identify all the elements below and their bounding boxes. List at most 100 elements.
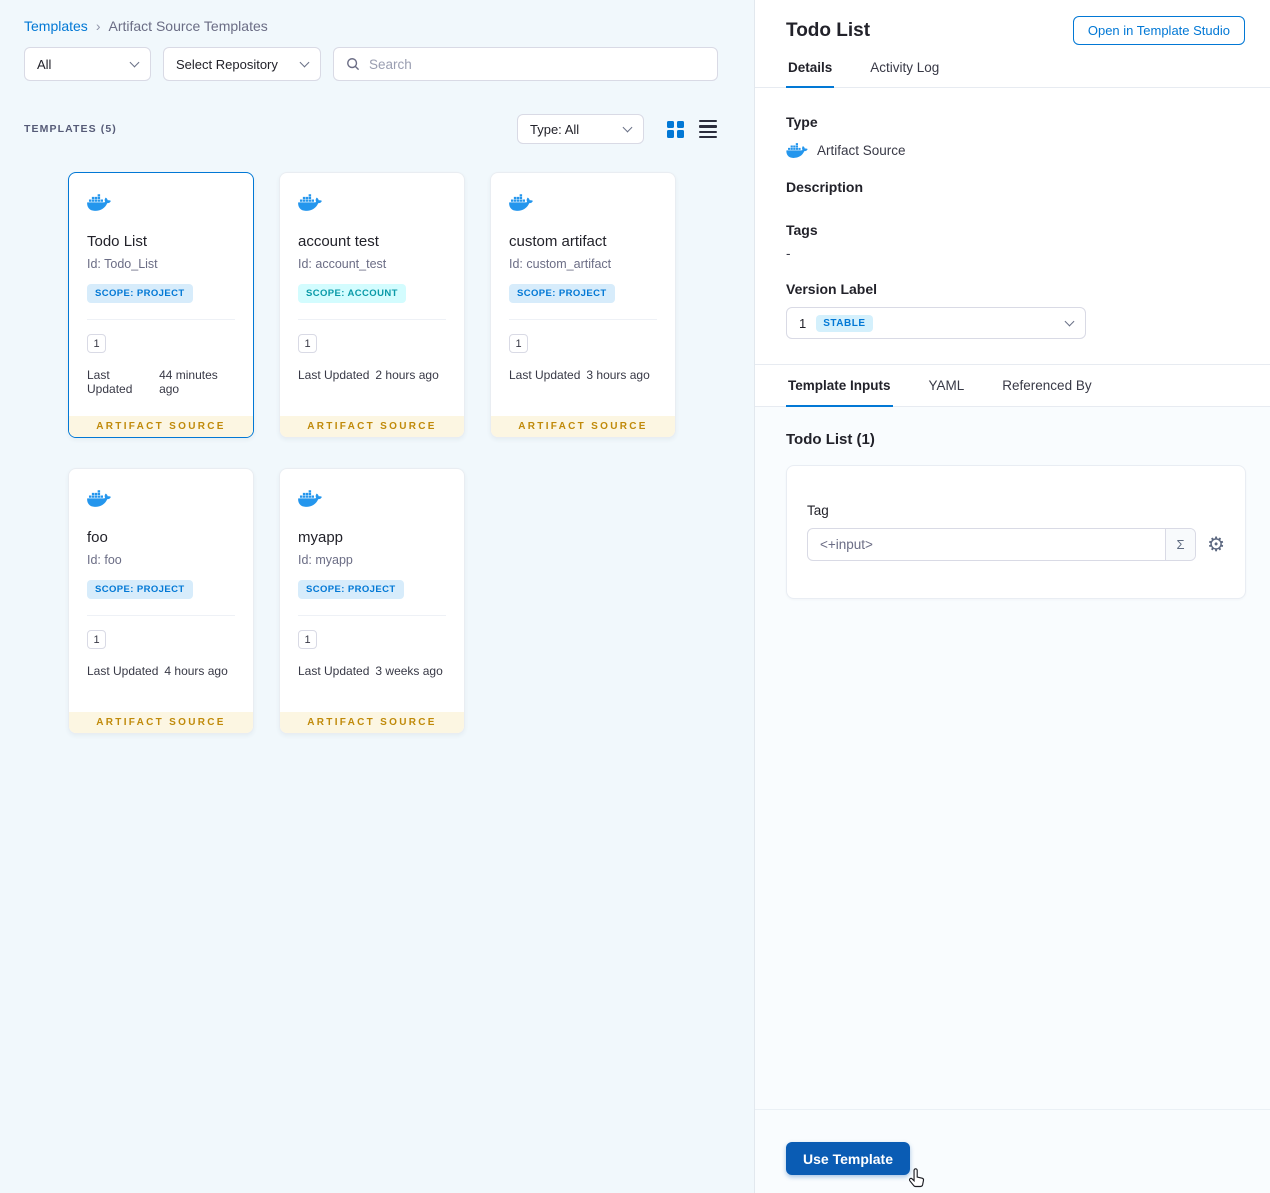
- divider: [87, 319, 235, 320]
- template-card-id: Id: foo: [87, 553, 122, 567]
- version-value: 1: [799, 315, 807, 331]
- template-card-id: Id: Todo_List: [87, 257, 158, 271]
- templates-list-panel: Templates › Artifact Source Templates Al…: [0, 0, 755, 1193]
- last-updated: Last Updated 3 hours ago: [509, 368, 657, 382]
- version-count-badge: 1: [298, 630, 317, 649]
- type-filter-dropdown[interactable]: Type: All: [517, 114, 644, 144]
- last-updated-label: Last Updated: [298, 368, 370, 382]
- scope-filter-dropdown[interactable]: All: [24, 47, 151, 81]
- tab-yaml[interactable]: YAML: [927, 365, 967, 406]
- breadcrumb-separator: ›: [95, 18, 101, 34]
- search-box[interactable]: [333, 47, 718, 81]
- last-updated-value: 44 minutes ago: [159, 368, 218, 396]
- view-toggle-group: [667, 119, 717, 139]
- template-card-title: custom artifact: [509, 233, 607, 250]
- scope-badge: SCOPE: PROJECT: [87, 284, 193, 303]
- last-updated-value: 2 hours ago: [375, 368, 439, 382]
- inputs-card: Tag Σ ⚙: [786, 465, 1246, 599]
- chevron-down-icon: [1064, 316, 1075, 327]
- docker-icon: [298, 489, 322, 508]
- details-tabs: Details Activity Log: [755, 60, 1270, 88]
- expression-sigma-button[interactable]: Σ: [1165, 529, 1196, 560]
- breadcrumb-link-templates[interactable]: Templates: [24, 18, 88, 34]
- template-card-title: account test: [298, 233, 379, 250]
- repository-filter-value: Select Repository: [176, 56, 278, 72]
- tag-label: Tag: [807, 503, 829, 518]
- template-cards-grid: Todo List Id: Todo_List SCOPE: PROJECT 1…: [0, 144, 754, 734]
- divider: [298, 319, 446, 320]
- version-select[interactable]: 1 STABLE: [786, 307, 1086, 339]
- divider: [509, 319, 657, 320]
- chevron-down-icon: [299, 57, 310, 68]
- version-count-badge: 1: [509, 334, 528, 353]
- open-in-template-studio-button[interactable]: Open in Template Studio: [1072, 16, 1245, 45]
- details-panel-footer: Use Template: [755, 1109, 1270, 1193]
- panel-title: Todo List: [786, 19, 871, 41]
- template-input-tabs: Template Inputs YAML Referenced By: [755, 364, 1270, 407]
- last-updated: Last Updated 44 minutes ago: [87, 368, 235, 396]
- artifact-source-type-label: ARTIFACT SOURCE: [491, 416, 675, 437]
- template-details-panel: Todo List Open in Template Studio Detail…: [755, 0, 1270, 1193]
- docker-icon: [298, 193, 322, 212]
- last-updated-label: Last Updated: [298, 664, 370, 678]
- template-card-id: Id: custom_artifact: [509, 257, 612, 271]
- tab-template-inputs[interactable]: Template Inputs: [786, 365, 893, 407]
- scope-badge: SCOPE: PROJECT: [87, 580, 193, 599]
- version-count-badge: 1: [298, 334, 317, 353]
- description-label: Description: [786, 179, 864, 195]
- tab-referenced-by[interactable]: Referenced By: [1000, 365, 1093, 406]
- template-card-custom-artifact[interactable]: custom artifact Id: custom_artifact SCOP…: [490, 172, 676, 438]
- last-updated-value: 3 weeks ago: [375, 664, 443, 678]
- template-card-myapp[interactable]: myapp Id: myapp SCOPE: PROJECT 1 Last Up…: [279, 468, 465, 734]
- version-count-badge: 1: [87, 334, 106, 353]
- type-value: Artifact Source: [817, 143, 906, 158]
- breadcrumb-current: Artifact Source Templates: [108, 18, 268, 34]
- docker-icon: [786, 142, 808, 159]
- template-card-foo[interactable]: foo Id: foo SCOPE: PROJECT 1 Last Update…: [68, 468, 254, 734]
- template-inputs-body: Todo List (1) Tag Σ ⚙: [755, 407, 1270, 1109]
- artifact-source-type-label: ARTIFACT SOURCE: [280, 712, 464, 733]
- docker-icon: [509, 193, 533, 212]
- tab-activity-log[interactable]: Activity Log: [868, 60, 941, 87]
- last-updated-label: Last Updated: [87, 664, 159, 678]
- search-icon: [347, 58, 360, 71]
- templates-list-header: TEMPLATES (5) Type: All: [0, 114, 754, 144]
- chevron-down-icon: [129, 57, 140, 68]
- last-updated: Last Updated 4 hours ago: [87, 664, 235, 678]
- tag-input-row: Σ ⚙: [807, 528, 1225, 561]
- details-body: Type Artifact Source Description Tags - …: [755, 88, 1270, 364]
- scope-badge: SCOPE: PROJECT: [509, 284, 615, 303]
- template-card-id: Id: account_test: [298, 257, 387, 271]
- type-value-row: Artifact Source: [786, 142, 1245, 159]
- templates-count-label: TEMPLATES (5): [24, 123, 117, 135]
- grid-view-button[interactable]: [667, 120, 684, 138]
- template-card-title: Todo List: [87, 233, 148, 250]
- template-card-todo-list[interactable]: Todo List Id: Todo_List SCOPE: PROJECT 1…: [68, 172, 254, 438]
- tag-input-group: Σ: [807, 528, 1197, 561]
- divider: [87, 615, 235, 616]
- template-card-account-test[interactable]: account test Id: account_test SCOPE: ACC…: [279, 172, 465, 438]
- type-label: Type: [786, 114, 818, 130]
- tag-input[interactable]: [808, 529, 1166, 560]
- template-card-id: Id: myapp: [298, 553, 353, 567]
- last-updated: Last Updated 3 weeks ago: [298, 664, 446, 678]
- search-input[interactable]: [369, 56, 705, 72]
- repository-filter-dropdown[interactable]: Select Repository: [163, 47, 321, 81]
- app-window: Templates › Artifact Source Templates Al…: [0, 0, 1270, 1193]
- scope-badge: SCOPE: PROJECT: [298, 580, 404, 599]
- scope-filter-value: All: [37, 56, 52, 72]
- last-updated-label: Last Updated: [509, 368, 581, 382]
- chevron-down-icon: [622, 122, 633, 133]
- template-card-title: foo: [87, 529, 108, 546]
- docker-icon: [87, 193, 111, 212]
- settings-gear-icon[interactable]: ⚙: [1207, 535, 1225, 555]
- version-label: Version Label: [786, 281, 878, 297]
- use-template-button[interactable]: Use Template: [786, 1142, 910, 1175]
- tab-details[interactable]: Details: [786, 60, 835, 88]
- inputs-title: Todo List (1): [786, 431, 875, 448]
- divider: [298, 615, 446, 616]
- list-view-button[interactable]: [699, 119, 717, 139]
- type-filter-value: Type: All: [530, 121, 580, 137]
- version-count-badge: 1: [87, 630, 106, 649]
- last-updated-label: Last Updated: [87, 368, 133, 396]
